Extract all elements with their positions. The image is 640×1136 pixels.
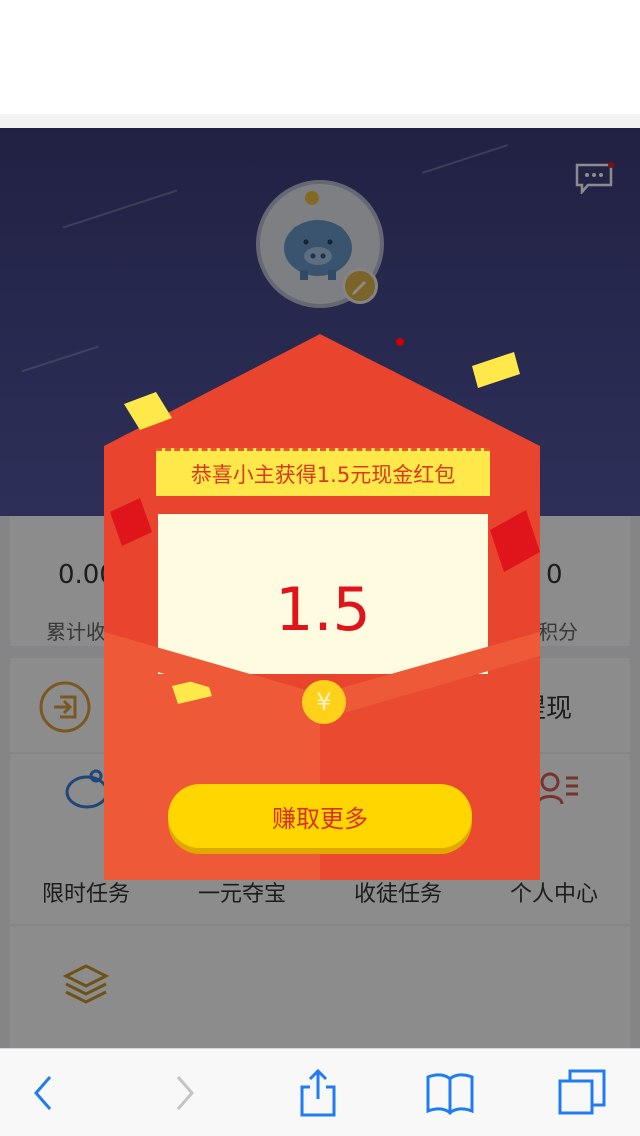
red-packet-modal: 恭喜小主获得1.5元现金红包 1.5 ¥ 赚取更多 [0, 0, 640, 1136]
tabs-icon[interactable] [556, 1067, 608, 1119]
browser-toolbar [0, 1048, 640, 1136]
book-icon[interactable] [424, 1067, 476, 1119]
envelope-front-flap [104, 632, 540, 720]
yen-coin-icon: ¥ [302, 680, 346, 724]
chevron-left-icon[interactable] [18, 1067, 70, 1119]
chevron-right-icon[interactable] [158, 1067, 210, 1119]
earn-more-label: 赚取更多 [272, 804, 368, 833]
share-icon[interactable] [292, 1067, 344, 1119]
earn-more-button[interactable]: 赚取更多 [168, 784, 472, 848]
